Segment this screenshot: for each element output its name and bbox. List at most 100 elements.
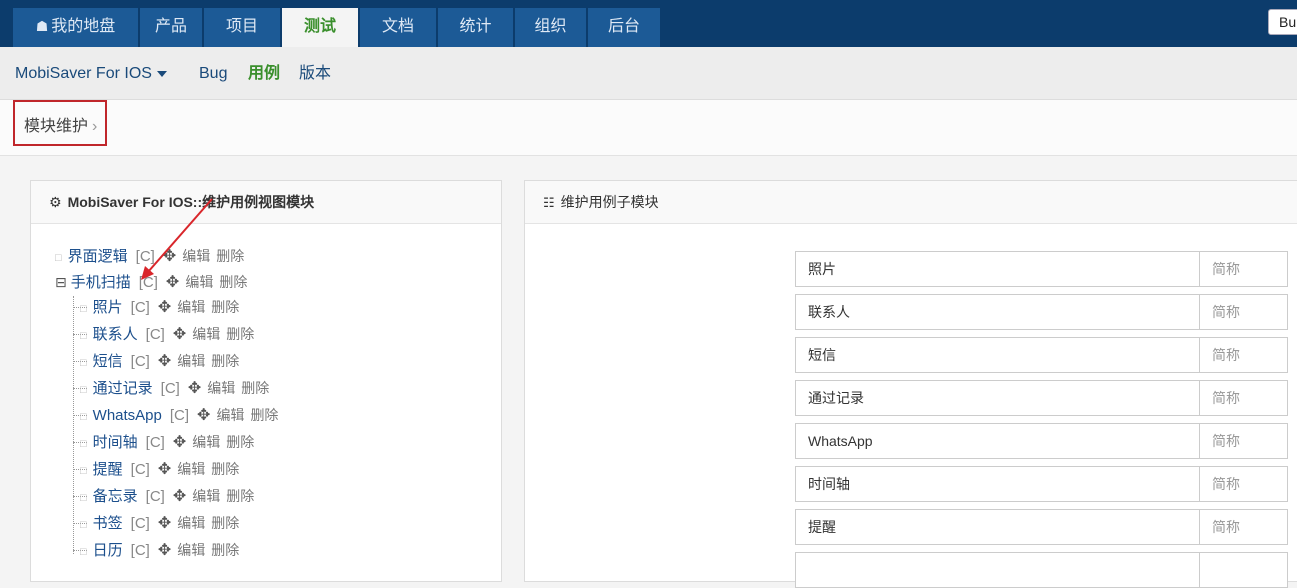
tree-item-name[interactable]: 时间轴 bbox=[93, 434, 138, 451]
child-name-input[interactable]: 提醒 bbox=[795, 509, 1200, 545]
delete-link[interactable]: 删除 bbox=[211, 461, 239, 477]
tree-node-icon: □ bbox=[80, 384, 87, 396]
tree-item-cases-link[interactable]: [C] bbox=[146, 488, 165, 505]
tree-item-cases-link[interactable]: [C] bbox=[131, 542, 150, 559]
edit-link[interactable]: 编辑 bbox=[216, 407, 244, 423]
tree-item-cases-link[interactable]: [C] bbox=[131, 461, 150, 478]
nav-admin[interactable]: 后台 bbox=[588, 8, 660, 47]
edit-link[interactable]: 编辑 bbox=[177, 353, 205, 369]
nav-product[interactable]: 产品 bbox=[140, 8, 202, 47]
tree-item-name[interactable]: 书签 bbox=[93, 515, 123, 532]
move-icon[interactable]: ✥ bbox=[158, 461, 171, 478]
tree-item-cases-link[interactable]: [C] bbox=[170, 407, 189, 424]
nav-project[interactable]: 项目 bbox=[204, 8, 280, 47]
delete-link[interactable]: 删除 bbox=[226, 434, 254, 450]
product-switcher[interactable]: MobiSaver For IOS bbox=[15, 64, 167, 84]
move-icon[interactable]: ✥ bbox=[197, 407, 210, 424]
panel-title: 维护用例子模块 bbox=[560, 194, 659, 210]
delete-link[interactable]: 删除 bbox=[219, 274, 247, 290]
tree-item-cases-link[interactable]: [C] bbox=[136, 248, 155, 265]
bug-quick-button[interactable]: Bu bbox=[1268, 9, 1297, 35]
tree-item-name[interactable]: 日历 bbox=[93, 542, 123, 559]
tree-item-cases-link[interactable]: [C] bbox=[161, 380, 180, 397]
nav-doc[interactable]: 文档 bbox=[360, 8, 436, 47]
tree-item-cases-link[interactable]: [C] bbox=[131, 299, 150, 316]
child-name-input[interactable]: 联系人 bbox=[795, 294, 1200, 330]
move-icon[interactable]: ✥ bbox=[158, 515, 171, 532]
subnav-testcase[interactable]: 用例 bbox=[248, 64, 280, 84]
tree-item-cases-link[interactable]: [C] bbox=[139, 274, 158, 291]
child-name-input[interactable]: 通过记录 bbox=[795, 380, 1200, 416]
tree-item-cases-link[interactable]: [C] bbox=[146, 434, 165, 451]
tree-item: □ 通过记录 [C] ✥ 编辑 删除 bbox=[80, 378, 269, 400]
tree-item: □ 日历 [C] ✥ 编辑 删除 bbox=[80, 540, 239, 562]
nav-org[interactable]: 组织 bbox=[515, 8, 586, 47]
tree-item-name[interactable]: 照片 bbox=[93, 299, 123, 316]
move-icon[interactable]: ✥ bbox=[173, 434, 186, 451]
tree-item-name[interactable]: 手机扫描 bbox=[71, 274, 131, 291]
tree-item-cases-link[interactable]: [C] bbox=[131, 353, 150, 370]
annotation-highlight-box bbox=[13, 100, 107, 146]
delete-link[interactable]: 删除 bbox=[211, 542, 239, 558]
child-short-input[interactable]: 简称 bbox=[1199, 423, 1288, 459]
edit-link[interactable]: 编辑 bbox=[192, 488, 220, 504]
tree-item-name[interactable]: 界面逻辑 bbox=[68, 248, 128, 265]
child-short-input[interactable]: 简称 bbox=[1199, 294, 1288, 330]
tree-item-name[interactable]: 短信 bbox=[93, 353, 123, 370]
child-short-input[interactable]: 简称 bbox=[1199, 380, 1288, 416]
delete-link[interactable]: 删除 bbox=[211, 299, 239, 315]
child-short-input[interactable] bbox=[1199, 552, 1288, 588]
child-name-input[interactable]: 照片 bbox=[795, 251, 1200, 287]
child-name-input[interactable]: 时间轴 bbox=[795, 466, 1200, 502]
child-short-input[interactable]: 简称 bbox=[1199, 337, 1288, 373]
nav-test[interactable]: 测试 bbox=[282, 8, 358, 47]
edit-link[interactable]: 编辑 bbox=[192, 434, 220, 450]
edit-link[interactable]: 编辑 bbox=[182, 248, 210, 264]
delete-link[interactable]: 删除 bbox=[226, 326, 254, 342]
nav-stats[interactable]: 统计 bbox=[438, 8, 513, 47]
tree-item-name[interactable]: 通过记录 bbox=[93, 380, 153, 397]
tree-item-cases-link[interactable]: [C] bbox=[146, 326, 165, 343]
move-icon[interactable]: ✥ bbox=[158, 299, 171, 316]
delete-link[interactable]: 删除 bbox=[241, 380, 269, 396]
tree-item: ⊟ 手机扫描 [C] ✥ 编辑 删除 bbox=[55, 272, 247, 293]
tree-node-icon: □ bbox=[80, 465, 87, 477]
move-icon[interactable]: ✥ bbox=[158, 542, 171, 559]
edit-link[interactable]: 编辑 bbox=[192, 326, 220, 342]
sitemap-icon: ☷ bbox=[543, 195, 555, 210]
edit-link[interactable]: 编辑 bbox=[177, 461, 205, 477]
child-name-input[interactable]: WhatsApp bbox=[795, 423, 1200, 459]
move-icon[interactable]: ✥ bbox=[173, 488, 186, 505]
delete-link[interactable]: 删除 bbox=[211, 515, 239, 531]
tree-item-name[interactable]: 联系人 bbox=[93, 326, 138, 343]
move-icon[interactable]: ✥ bbox=[173, 326, 186, 343]
edit-link[interactable]: 编辑 bbox=[177, 299, 205, 315]
tree-item-cases-link[interactable]: [C] bbox=[131, 515, 150, 532]
edit-link[interactable]: 编辑 bbox=[207, 380, 235, 396]
edit-link[interactable]: 编辑 bbox=[177, 515, 205, 531]
move-icon[interactable]: ✥ bbox=[158, 353, 171, 370]
subnav-bug[interactable]: Bug bbox=[199, 64, 227, 84]
child-name-input[interactable]: 短信 bbox=[795, 337, 1200, 373]
home-icon: ☗ bbox=[35, 18, 49, 34]
child-short-input[interactable]: 简称 bbox=[1199, 509, 1288, 545]
delete-link[interactable]: 删除 bbox=[211, 353, 239, 369]
move-icon[interactable]: ✥ bbox=[188, 380, 201, 397]
nav-my-dashboard[interactable]: ☗ 我的地盘 bbox=[13, 8, 138, 47]
move-icon[interactable]: ✥ bbox=[166, 274, 179, 291]
edit-link[interactable]: 编辑 bbox=[177, 542, 205, 558]
child-short-input[interactable]: 简称 bbox=[1199, 251, 1288, 287]
move-icon[interactable]: ✥ bbox=[163, 248, 176, 265]
edit-link[interactable]: 编辑 bbox=[185, 274, 213, 290]
subnav-build[interactable]: 版本 bbox=[299, 64, 331, 84]
child-name-input[interactable] bbox=[795, 552, 1200, 588]
tree-node-icon: □ bbox=[80, 492, 87, 504]
tree-item-name[interactable]: 备忘录 bbox=[93, 488, 138, 505]
delete-link[interactable]: 删除 bbox=[250, 407, 278, 423]
delete-link[interactable]: 删除 bbox=[216, 248, 244, 264]
child-short-input[interactable]: 简称 bbox=[1199, 466, 1288, 502]
tree-item-name[interactable]: 提醒 bbox=[93, 461, 123, 478]
delete-link[interactable]: 删除 bbox=[226, 488, 254, 504]
tree-item-name[interactable]: WhatsApp bbox=[93, 407, 162, 424]
collapse-icon[interactable]: ⊟ bbox=[55, 274, 67, 290]
